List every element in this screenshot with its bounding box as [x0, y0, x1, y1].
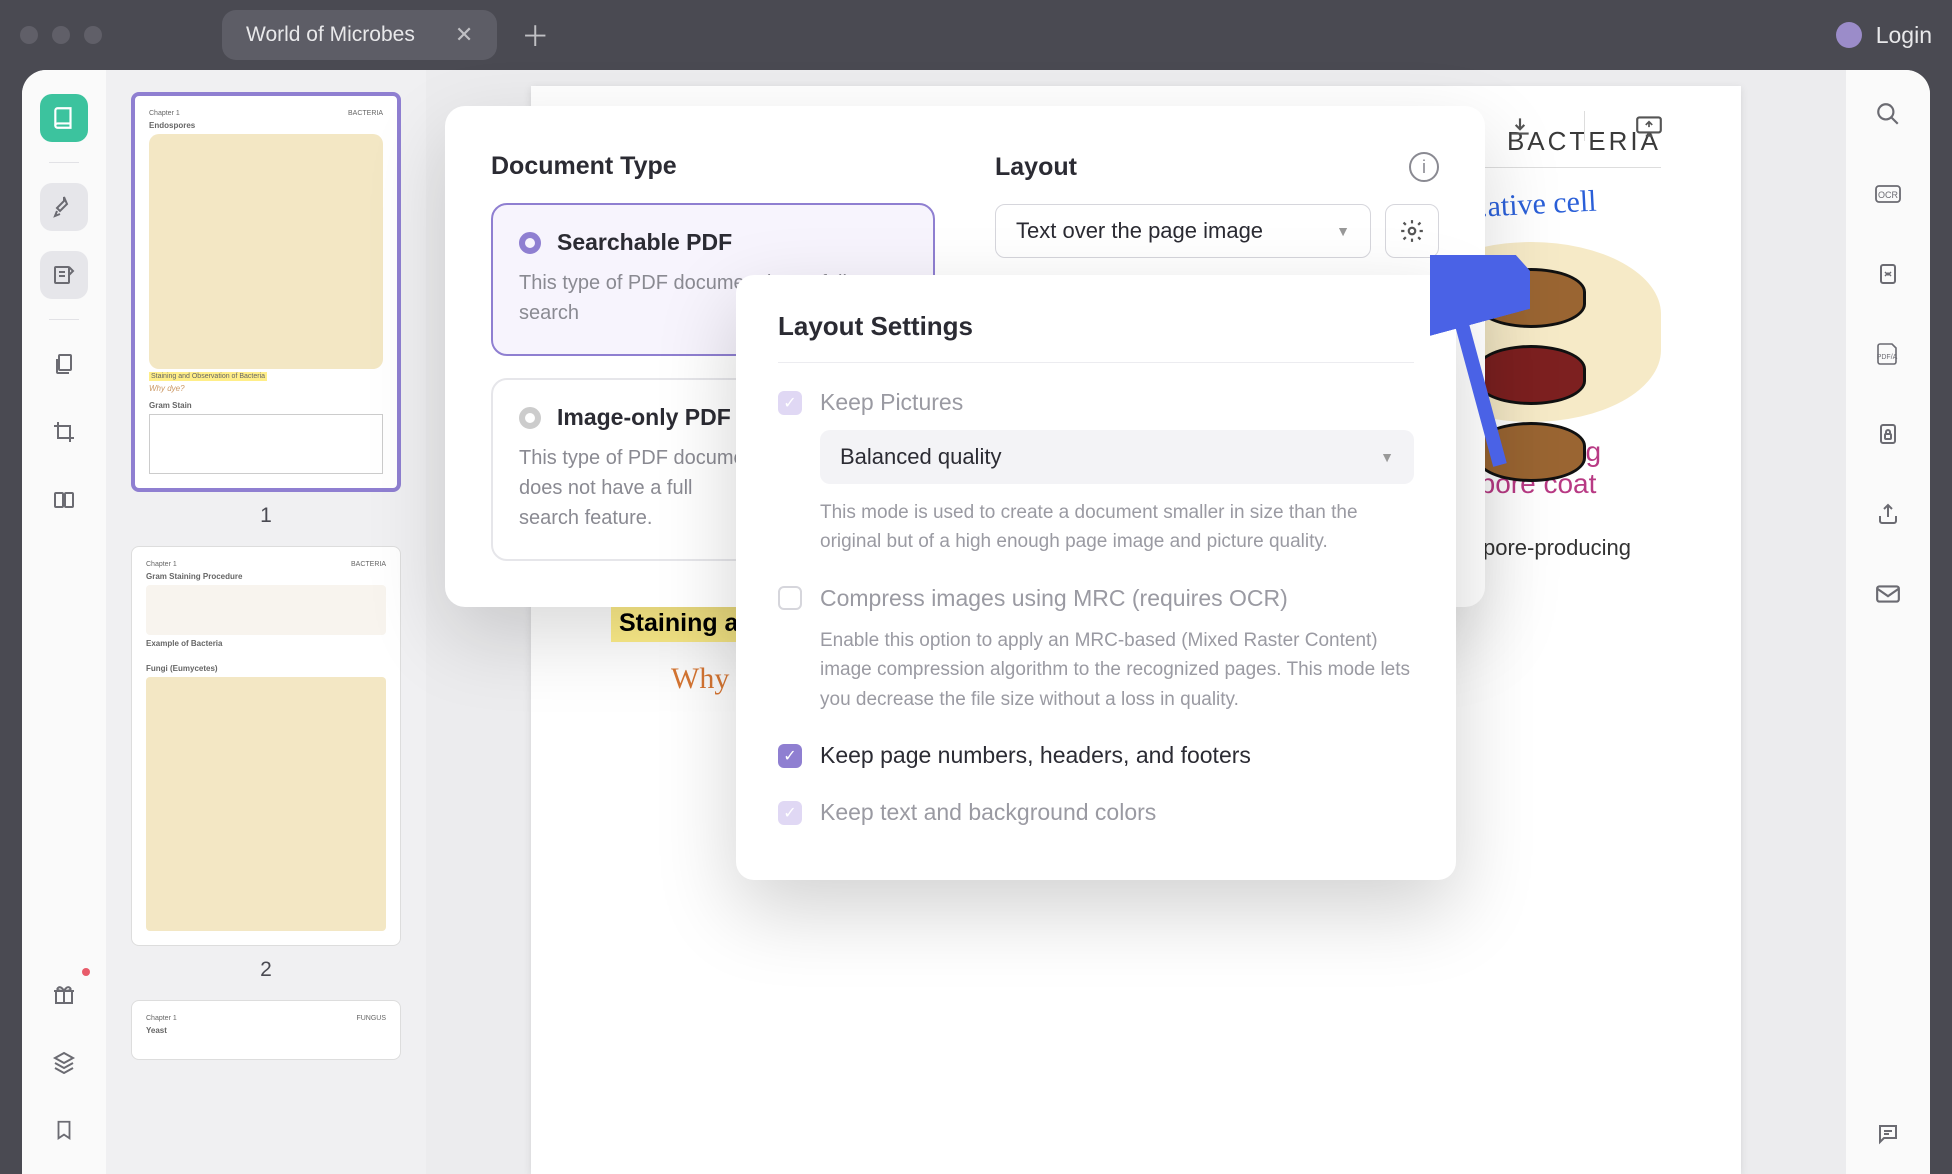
search-icon[interactable] — [1864, 94, 1912, 134]
compare-icon[interactable] — [40, 476, 88, 524]
checkbox-label: Keep Pictures — [820, 389, 963, 416]
bookmark-icon[interactable] — [40, 1106, 88, 1154]
select-value: Balanced quality — [840, 444, 1001, 470]
mrc-description: Enable this option to apply an MRC-based… — [820, 626, 1414, 714]
svg-text:PDF/A: PDF/A — [1877, 354, 1898, 361]
keep-colors-checkbox[interactable]: ✓ Keep text and background colors — [778, 799, 1414, 826]
pages-icon[interactable] — [40, 340, 88, 388]
mail-icon[interactable] — [1864, 574, 1912, 614]
layout-heading: Layout — [995, 153, 1395, 182]
radio-unselected-icon — [519, 407, 541, 429]
popover-title: Layout Settings — [778, 311, 1414, 363]
protect-icon[interactable] — [1864, 414, 1912, 454]
keep-pictures-checkbox[interactable]: ✓ Keep Pictures — [778, 389, 1414, 416]
book-icon[interactable] — [40, 94, 88, 142]
compress-mrc-checkbox[interactable]: Compress images using MRC (requires OCR) — [778, 585, 1414, 612]
thumbnail[interactable]: Chapter 1FUNGUS Yeast — [124, 1000, 408, 1060]
info-icon[interactable]: i — [1409, 152, 1439, 182]
layout-settings-button[interactable] — [1385, 204, 1439, 258]
thumbnail-number: 2 — [260, 958, 272, 982]
maximize-window[interactable] — [84, 26, 102, 44]
thumbnail-number: 1 — [260, 504, 272, 528]
option-title: Searchable PDF — [557, 229, 732, 256]
login-label: Login — [1876, 22, 1932, 49]
titlebar: World of Microbes ✕ ＋ Login — [0, 0, 1952, 70]
checkbox-unchecked-icon — [778, 586, 802, 610]
document-type-heading: Document Type — [491, 152, 935, 181]
checkbox-checked-icon: ✓ — [778, 744, 802, 768]
right-toolbar: OCR PDF/A — [1846, 70, 1930, 1174]
convert-icon[interactable] — [1864, 254, 1912, 294]
edit-text-icon[interactable] — [40, 251, 88, 299]
layers-icon[interactable] — [40, 1038, 88, 1086]
chevron-down-icon: ▼ — [1336, 223, 1350, 239]
download-icon[interactable] — [1496, 102, 1544, 150]
checkbox-checked-icon: ✓ — [778, 801, 802, 825]
svg-text:OCR: OCR — [1878, 190, 1899, 200]
chevron-down-icon: ▼ — [1380, 449, 1394, 465]
select-value: Text over the page image — [1016, 218, 1263, 244]
gift-icon[interactable] — [40, 970, 88, 1018]
thumbnail[interactable]: Chapter 1BACTERIA Gram Staining Procedur… — [124, 546, 408, 982]
thumbnails-panel: Chapter 1BACTERIA Endospores Staining an… — [106, 70, 426, 1174]
checkbox-label: Keep text and background colors — [820, 799, 1156, 826]
checkbox-checked-icon: ✓ — [778, 391, 802, 415]
keep-headers-checkbox[interactable]: ✓ Keep page numbers, headers, and footer… — [778, 742, 1414, 769]
document-tab[interactable]: World of Microbes ✕ — [222, 10, 497, 60]
picture-quality-select[interactable]: Balanced quality ▼ — [820, 430, 1414, 484]
layout-settings-popover: Layout Settings ✓ Keep Pictures Balanced… — [736, 275, 1456, 880]
quality-description: This mode is used to create a document s… — [820, 498, 1414, 557]
login-button[interactable]: Login — [1836, 22, 1932, 49]
pdfa-icon[interactable]: PDF/A — [1864, 334, 1912, 374]
ocr-icon[interactable]: OCR — [1864, 174, 1912, 214]
minimize-window[interactable] — [52, 26, 70, 44]
avatar-icon — [1836, 22, 1862, 48]
close-window[interactable] — [20, 26, 38, 44]
thumbnail[interactable]: Chapter 1BACTERIA Endospores Staining an… — [124, 92, 408, 528]
present-screen-icon[interactable] — [1625, 102, 1673, 150]
comment-icon[interactable] — [1864, 1114, 1912, 1154]
left-toolbar — [22, 70, 106, 1174]
checkbox-label: Compress images using MRC (requires OCR) — [820, 585, 1288, 612]
checkbox-label: Keep page numbers, headers, and footers — [820, 742, 1251, 769]
new-tab-button[interactable]: ＋ — [521, 15, 549, 55]
window-controls — [20, 26, 102, 44]
option-title: Image-only PDF — [557, 404, 731, 431]
share-icon[interactable] — [1864, 494, 1912, 534]
highlighter-icon[interactable] — [40, 183, 88, 231]
tab-close-icon[interactable]: ✕ — [455, 22, 473, 48]
radio-selected-icon — [519, 232, 541, 254]
tab-title: World of Microbes — [246, 23, 415, 47]
crop-icon[interactable] — [40, 408, 88, 456]
layout-select[interactable]: Text over the page image ▼ — [995, 204, 1371, 258]
